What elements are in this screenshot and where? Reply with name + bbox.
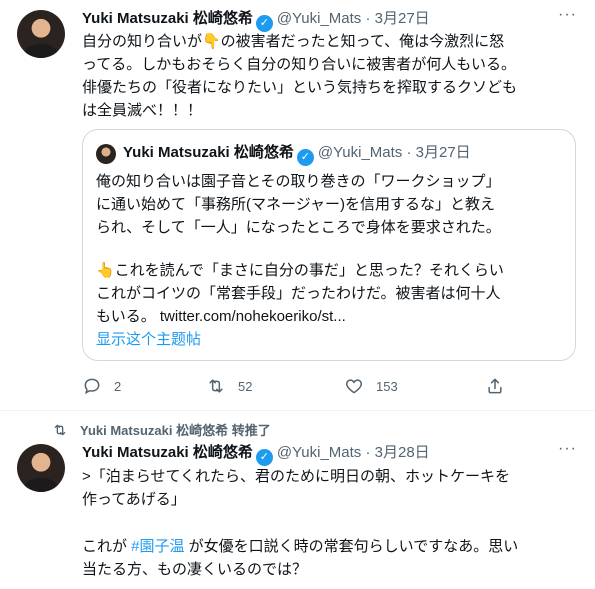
quoted-text-line-7: もいる。 twitter.com/nohekoeriko/st... bbox=[96, 308, 346, 325]
quoted-tweet[interactable]: Yuki Matsuzaki 松崎悠希 ✓ @Yuki_Mats · 3月27日 俺… bbox=[82, 129, 576, 361]
tweet-text-line-3: 俳優たちの「役者になりたい」という気持ちを搾取するクソども bbox=[82, 79, 518, 96]
retweeted-by-text: Yuki Matsuzaki 松崎悠希 转推了 bbox=[80, 423, 271, 438]
quoted-text-line-5: 👆これを読んで「まさに自分の事だ」と思った？それくらい bbox=[96, 262, 504, 279]
quoted-text-line-3: られ、そして「一人」になったところで身体を要求された。 bbox=[96, 219, 501, 236]
retweet-icon bbox=[209, 379, 223, 393]
retweet-count: 52 bbox=[238, 378, 253, 394]
share-button[interactable] bbox=[485, 376, 517, 396]
avatar[interactable] bbox=[17, 444, 65, 492]
avatar[interactable] bbox=[17, 10, 65, 58]
share-icon bbox=[488, 378, 502, 394]
quoted-header: Yuki Matsuzaki 松崎悠希 ✓ @Yuki_Mats · 3月27日 bbox=[123, 143, 471, 166]
quoted-author-name: Yuki Matsuzaki 松崎悠希 bbox=[123, 144, 294, 161]
retweet-button[interactable]: 52 bbox=[206, 376, 252, 396]
quoted-avatar bbox=[96, 144, 116, 164]
like-button[interactable]: 153 bbox=[344, 376, 398, 396]
tweet-date[interactable]: 3月27日 bbox=[375, 10, 430, 27]
tweet-text-line-3: これが #園子温 が女優を口説く時の常套句らしいですなあ。思い bbox=[82, 536, 518, 558]
author-handle[interactable]: @Yuki_Mats bbox=[277, 10, 361, 27]
quoted-date: 3月27日 bbox=[415, 144, 471, 161]
like-count: 153 bbox=[376, 378, 398, 394]
hashtag-link[interactable]: #園子温 bbox=[131, 538, 184, 555]
tweet-text-line-4: 当たる方、もの凄くいるのでは？ bbox=[82, 561, 308, 578]
separator-dot: · bbox=[365, 10, 371, 27]
text-segment: これが bbox=[82, 538, 132, 555]
separator-dot: · bbox=[406, 144, 412, 161]
author-name[interactable]: Yuki Matsuzaki 松崎悠希 bbox=[82, 10, 253, 27]
retweeted-by[interactable]: Yuki Matsuzaki 松崎悠希 转推了 bbox=[52, 420, 271, 439]
tweet-header: Yuki Matsuzaki 松崎悠希 ✓ @Yuki_Mats · 3月28日 bbox=[82, 443, 430, 466]
quoted-author-handle: @Yuki_Mats bbox=[317, 144, 403, 161]
author-name[interactable]: Yuki Matsuzaki 松崎悠希 bbox=[82, 444, 253, 461]
tweet-date[interactable]: 3月28日 bbox=[375, 444, 430, 461]
quoted-text-line-2: に通い始めて「事務所(マネージャー)を信用するな」と教え bbox=[96, 196, 495, 213]
tweet-divider bbox=[0, 410, 595, 411]
tweet-text-line-2: ってる。しかもおそらく自分の知り合いに被害者が何人もいる。 bbox=[82, 56, 516, 73]
tweet-text-line-2: 作ってあげる」 bbox=[82, 491, 186, 508]
tweet-text-line-1: >「泊まらせてくれたら、君のために明日の朝、ホットケーキを bbox=[82, 468, 511, 485]
reply-icon bbox=[84, 378, 100, 395]
verified-badge-icon: ✓ bbox=[255, 449, 273, 466]
tweet-header: Yuki Matsuzaki 松崎悠希 ✓ @Yuki_Mats · 3月27日 bbox=[82, 9, 430, 32]
author-handle[interactable]: @Yuki_Mats bbox=[277, 444, 361, 461]
more-options-icon[interactable]: ··· bbox=[558, 440, 577, 458]
tweet-text-line-1: 自分の知り合いが👇の被害者だったと知って、俺は今激烈に怒 bbox=[82, 33, 505, 50]
reply-button[interactable]: 2 bbox=[82, 376, 121, 396]
retweet-icon bbox=[54, 424, 66, 436]
tweet-text-line-4: は全員滅べ！！！ bbox=[82, 102, 203, 119]
show-thread-link[interactable]: 显示这个主题帖 bbox=[96, 329, 201, 351]
heart-icon bbox=[345, 379, 363, 394]
quoted-text-line-6: これがコイツの「常套手段」だったわけだ。被害者は何十人 bbox=[96, 285, 501, 302]
separator-dot: · bbox=[365, 444, 371, 461]
quoted-text-line-1: 俺の知り合いは園子音とその取り巻きの「ワークショップ」 bbox=[96, 173, 501, 190]
tweet-actions: 2 52 153 bbox=[82, 376, 562, 398]
reply-count: 2 bbox=[114, 378, 122, 394]
more-options-icon[interactable]: ··· bbox=[558, 6, 577, 24]
verified-badge-icon: ✓ bbox=[296, 149, 314, 166]
tweet-1[interactable]: Yuki Matsuzaki 松崎悠希 ✓ @Yuki_Mats · 3月27日 ·… bbox=[0, 0, 595, 410]
text-segment: が女優を口説く時の常套句らしいですなあ。思い bbox=[184, 538, 519, 555]
verified-badge-icon: ✓ bbox=[255, 15, 273, 32]
tweet-2[interactable]: Yuki Matsuzaki 松崎悠希 ✓ @Yuki_Mats · 3月28日 ·… bbox=[0, 440, 595, 589]
